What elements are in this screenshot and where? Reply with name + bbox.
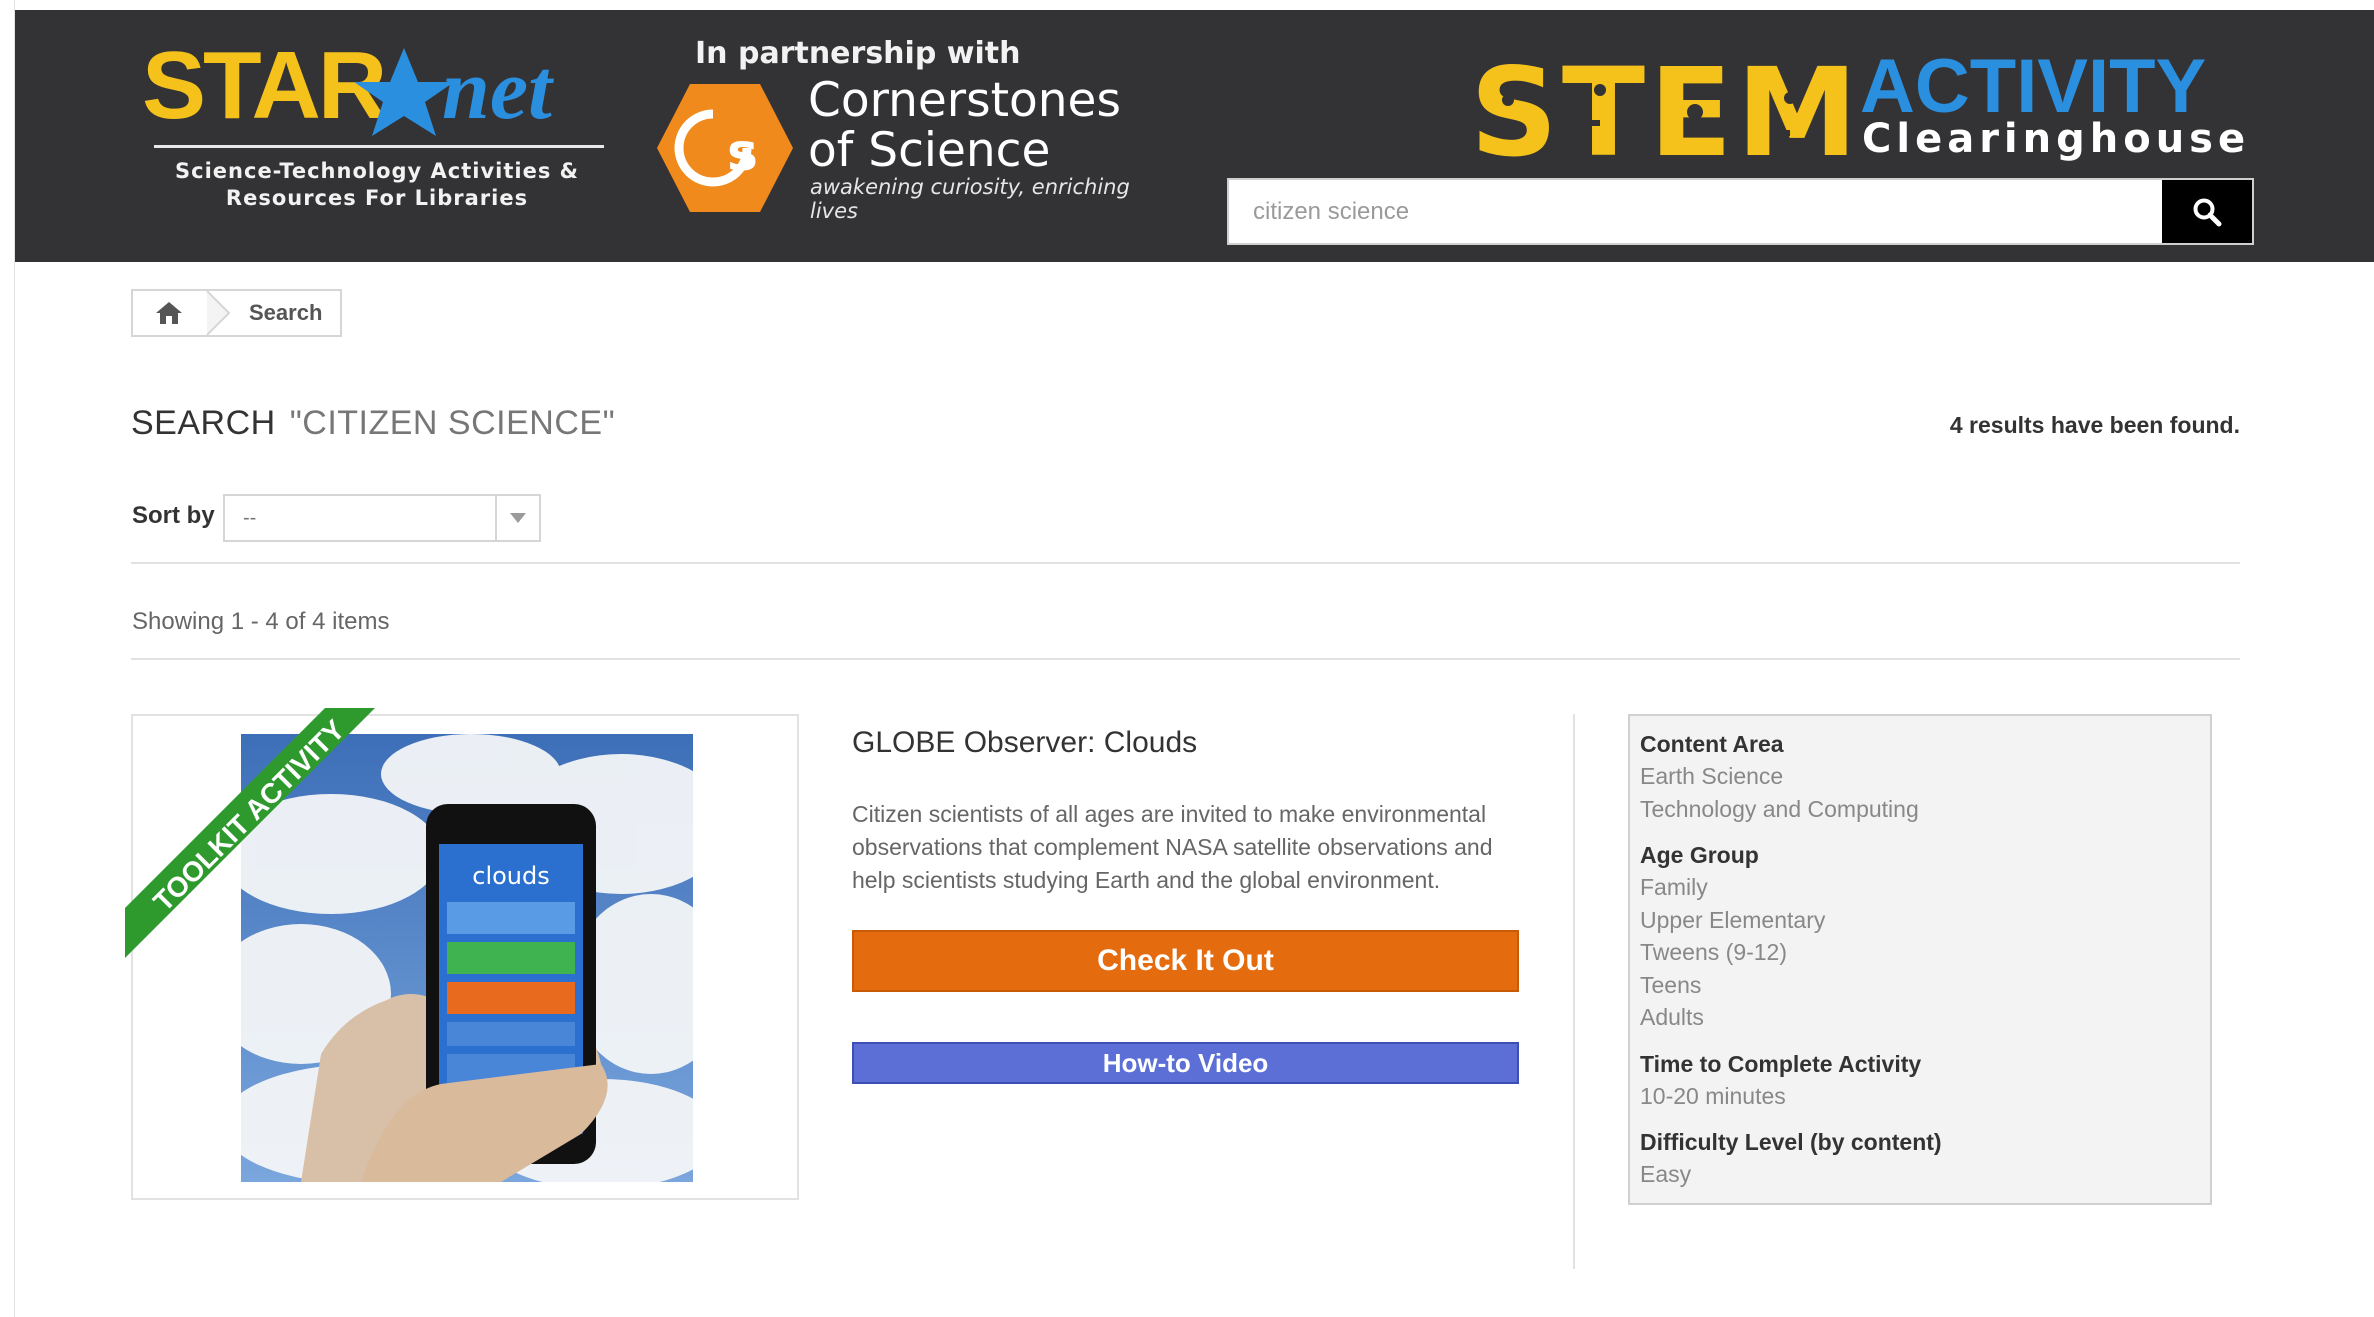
facet-difficulty: Difficulty Level (by content) Easy [1640,1126,2210,1191]
facet-time-to-complete: Time to Complete Activity 10-20 minutes [1640,1048,2210,1113]
search-button[interactable] [2162,180,2252,243]
result-description: Citizen scientists of all ages are invit… [852,801,1493,893]
facet-value: Adults [1640,1004,1704,1030]
how-to-video-button[interactable]: How-to Video [852,1042,1519,1084]
result-thumbnail[interactable]: clouds TOOLKIT ACTIVITY [125,708,799,1200]
sort-select[interactable]: -- [223,494,541,542]
breadcrumb-current[interactable]: Search [249,291,322,335]
facet-value: Tweens (9-12) [1640,939,1788,965]
cos-logo-icon: s [657,84,793,212]
window-left-edge [0,0,15,1317]
facet-value: Upper Elementary [1640,906,1826,933]
search-input[interactable] [1229,180,2164,243]
facet-age-group: Age Group Family Upper Elementary Tweens… [1640,839,2210,1034]
sort-selected-value: -- [243,507,257,529]
facet-value: Technology and Computing [1640,795,1919,822]
page-title-query: "CITIZEN SCIENCE" [289,404,616,442]
partner-label: In partnership with [695,36,1021,71]
facet-value: 10-20 minutes [1640,1082,1786,1109]
site-header: STAR net Science-Technology Activities &… [15,10,2374,262]
cos-tagline: awakening curiosity, enriching lives [810,175,1130,223]
breadcrumb: Search [131,289,342,337]
result-title[interactable]: GLOBE Observer: Clouds [852,726,1197,760]
breadcrumb-separator [206,291,231,335]
sort-label: Sort by [132,502,215,529]
results-count: 4 results have been found. [1949,412,2240,438]
facet-value: Easy [1640,1161,1692,1187]
partner-block[interactable]: In partnership with s Cornerstones of Sc… [655,30,1175,230]
column-divider [1573,714,1575,1269]
facet-content-area: Content Area Earth Science Technology an… [1640,728,2210,825]
starnet-divider [154,145,604,148]
facet-value: Family [1640,874,1708,900]
search-icon [2193,198,2222,226]
facet-heading: Content Area [1640,731,1784,757]
divider [131,562,2240,564]
svg-text:s: s [727,123,758,183]
divider [131,658,2240,660]
page-title-label: SEARCH [131,404,276,442]
stem-activity-clearinghouse-logo[interactable]: STEM ACTIVITY Clearinghouse [1470,50,2260,170]
chevron-down-icon [510,513,526,523]
facet-heading: Time to Complete Activity [1640,1050,1922,1077]
result-facets: Content Area Earth Science Technology an… [1628,714,2212,1205]
check-it-out-button[interactable]: Check It Out [852,930,1519,992]
svg-text:Clearinghouse: Clearinghouse [1862,116,2250,162]
starnet-logo[interactable]: STAR net Science-Technology Activities &… [142,30,612,230]
facet-heading: Age Group [1640,842,1759,868]
phone-app-title: clouds [472,862,550,890]
facet-value: Teens [1640,971,1702,998]
facet-value: Earth Science [1640,763,1784,789]
facet-heading: Difficulty Level (by content) [1640,1129,1942,1155]
starnet-subtitle: Science-Technology Activities & Resource… [175,159,579,210]
svg-text:STAR: STAR [142,32,386,139]
sort-dropdown-toggle[interactable] [495,496,539,540]
breadcrumb-home[interactable] [133,291,205,335]
search-bar [1227,178,2254,245]
svg-text:STEM: STEM [1470,50,1862,170]
toolkit-activity-ribbon: TOOLKIT ACTIVITY [125,708,375,958]
cos-name: Cornerstones of Science [808,73,1121,178]
starnet-logo-graphic: STAR net [142,32,555,139]
window-top-edge [0,0,2374,10]
showing-items: Showing 1 - 4 of 4 items [132,608,390,635]
svg-text:TOOLKIT ACTIVITY: TOOLKIT ACTIVITY [147,714,351,918]
svg-text:net: net [442,41,555,137]
page-title: SEARCH "CITIZEN SCIENCE" [131,404,615,443]
home-icon [156,302,182,324]
